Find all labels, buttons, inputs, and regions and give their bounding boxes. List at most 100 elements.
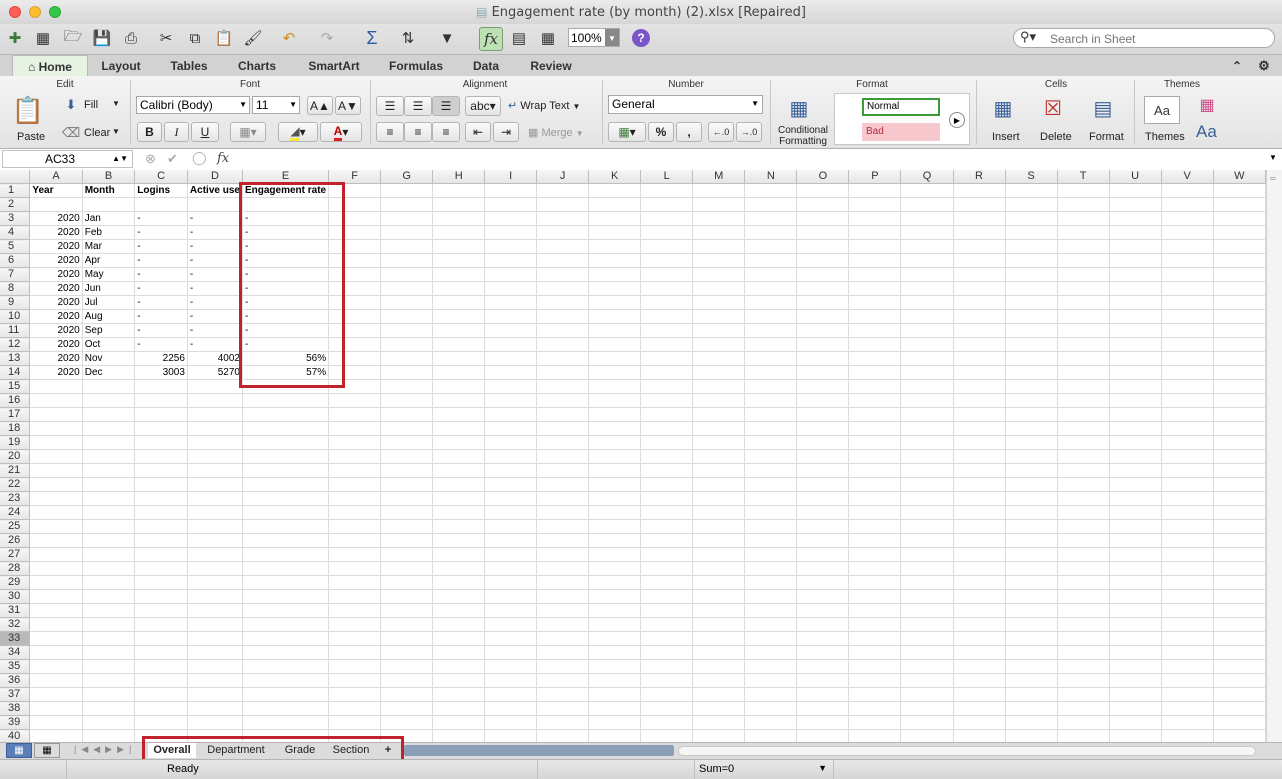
cell[interactable] xyxy=(328,505,382,520)
cell[interactable] xyxy=(484,183,538,198)
delete-cells-icon[interactable]: ☒ xyxy=(1036,94,1070,122)
cell[interactable] xyxy=(1057,645,1110,660)
cell[interactable] xyxy=(692,365,746,380)
cell[interactable] xyxy=(29,645,83,660)
cell[interactable] xyxy=(900,379,954,394)
cell[interactable] xyxy=(640,491,694,506)
cell[interactable] xyxy=(1213,645,1266,660)
cell[interactable] xyxy=(1005,729,1058,742)
cell[interactable] xyxy=(640,687,694,702)
cell[interactable] xyxy=(432,659,486,674)
cell[interactable] xyxy=(134,491,188,506)
cell[interactable] xyxy=(380,267,434,282)
cell[interactable] xyxy=(1213,533,1266,548)
cell[interactable] xyxy=(432,309,486,324)
show-gallery-icon[interactable]: ▤ xyxy=(508,27,530,49)
cell[interactable] xyxy=(328,603,382,618)
cell[interactable] xyxy=(536,407,590,422)
align-center-button[interactable]: ≡ xyxy=(404,122,432,142)
cell[interactable] xyxy=(1213,183,1266,198)
cell[interactable] xyxy=(1213,449,1266,464)
cell[interactable] xyxy=(1213,365,1266,380)
cell[interactable] xyxy=(1005,211,1058,226)
cell[interactable] xyxy=(536,477,590,492)
cell[interactable] xyxy=(692,197,746,212)
cell[interactable] xyxy=(187,673,243,688)
row-header[interactable]: 7 xyxy=(0,267,31,282)
column-header-o[interactable]: O xyxy=(796,170,850,184)
cell[interactable] xyxy=(640,421,694,436)
cell[interactable] xyxy=(242,687,330,702)
cell[interactable] xyxy=(134,393,188,408)
cell[interactable] xyxy=(328,575,382,590)
cell[interactable] xyxy=(1005,561,1058,576)
tab-layout[interactable]: Layout xyxy=(90,55,152,77)
cell[interactable] xyxy=(134,561,188,576)
cell[interactable] xyxy=(380,547,434,562)
cell[interactable] xyxy=(953,267,1006,282)
cell[interactable] xyxy=(536,197,590,212)
cell[interactable] xyxy=(1057,561,1110,576)
cell[interactable] xyxy=(380,561,434,576)
align-middle-button[interactable]: ☰ xyxy=(404,96,432,116)
cell[interactable] xyxy=(484,505,538,520)
cell[interactable] xyxy=(640,393,694,408)
normal-view-icon[interactable]: ▦ xyxy=(6,743,32,758)
cell[interactable] xyxy=(1161,533,1214,548)
cell[interactable] xyxy=(953,337,1006,352)
cell[interactable] xyxy=(900,225,954,240)
row-header[interactable]: 31 xyxy=(0,603,31,618)
cell[interactable] xyxy=(1161,519,1214,534)
cell[interactable] xyxy=(640,379,694,394)
cell[interactable] xyxy=(328,407,382,422)
split-handle-icon[interactable]: ═ xyxy=(1270,174,1276,183)
cell[interactable] xyxy=(900,701,954,716)
decrease-indent-button[interactable]: ⇤ xyxy=(465,122,491,142)
cell[interactable] xyxy=(82,561,136,576)
cell[interactable] xyxy=(900,267,954,282)
cell[interactable] xyxy=(1161,393,1214,408)
cell[interactable] xyxy=(1005,463,1058,478)
cell[interactable] xyxy=(1213,673,1266,688)
cell[interactable] xyxy=(1161,211,1214,226)
row-header[interactable]: 33 xyxy=(0,631,31,646)
cell[interactable] xyxy=(82,435,136,450)
cell[interactable] xyxy=(380,421,434,436)
cell[interactable] xyxy=(328,701,382,716)
cell[interactable] xyxy=(1057,211,1110,226)
cell[interactable]: May xyxy=(82,267,136,282)
cell[interactable] xyxy=(1213,407,1266,422)
row-header[interactable]: 38 xyxy=(0,701,31,716)
cell[interactable] xyxy=(1057,575,1110,590)
cell[interactable] xyxy=(588,659,642,674)
cell[interactable] xyxy=(1109,407,1162,422)
row-header[interactable]: 9 xyxy=(0,295,31,310)
cell[interactable] xyxy=(82,575,136,590)
cell[interactable] xyxy=(536,323,590,338)
orientation-button[interactable]: abc ▾ xyxy=(465,96,501,116)
cell[interactable] xyxy=(900,519,954,534)
cell[interactable] xyxy=(484,225,538,240)
cell[interactable] xyxy=(187,547,243,562)
align-left-button[interactable]: ≡ xyxy=(376,122,404,142)
cell[interactable] xyxy=(82,645,136,660)
cell[interactable] xyxy=(1109,309,1162,324)
cell[interactable] xyxy=(1057,603,1110,618)
cell[interactable] xyxy=(432,547,486,562)
cell[interactable] xyxy=(380,491,434,506)
toolbox-icon[interactable]: ▦ xyxy=(537,27,559,49)
sort-icon[interactable]: ⇅ xyxy=(397,27,419,49)
cell[interactable] xyxy=(380,533,434,548)
cell[interactable] xyxy=(744,631,798,646)
cell[interactable] xyxy=(380,211,434,226)
cell[interactable] xyxy=(640,533,694,548)
cell[interactable] xyxy=(796,631,850,646)
cell[interactable] xyxy=(640,323,694,338)
cell[interactable] xyxy=(588,281,642,296)
cell[interactable] xyxy=(588,211,642,226)
cell[interactable] xyxy=(953,645,1006,660)
cell[interactable] xyxy=(1005,393,1058,408)
cell[interactable] xyxy=(328,645,382,660)
save-icon[interactable]: 💾 xyxy=(91,27,113,49)
cell[interactable] xyxy=(848,477,902,492)
